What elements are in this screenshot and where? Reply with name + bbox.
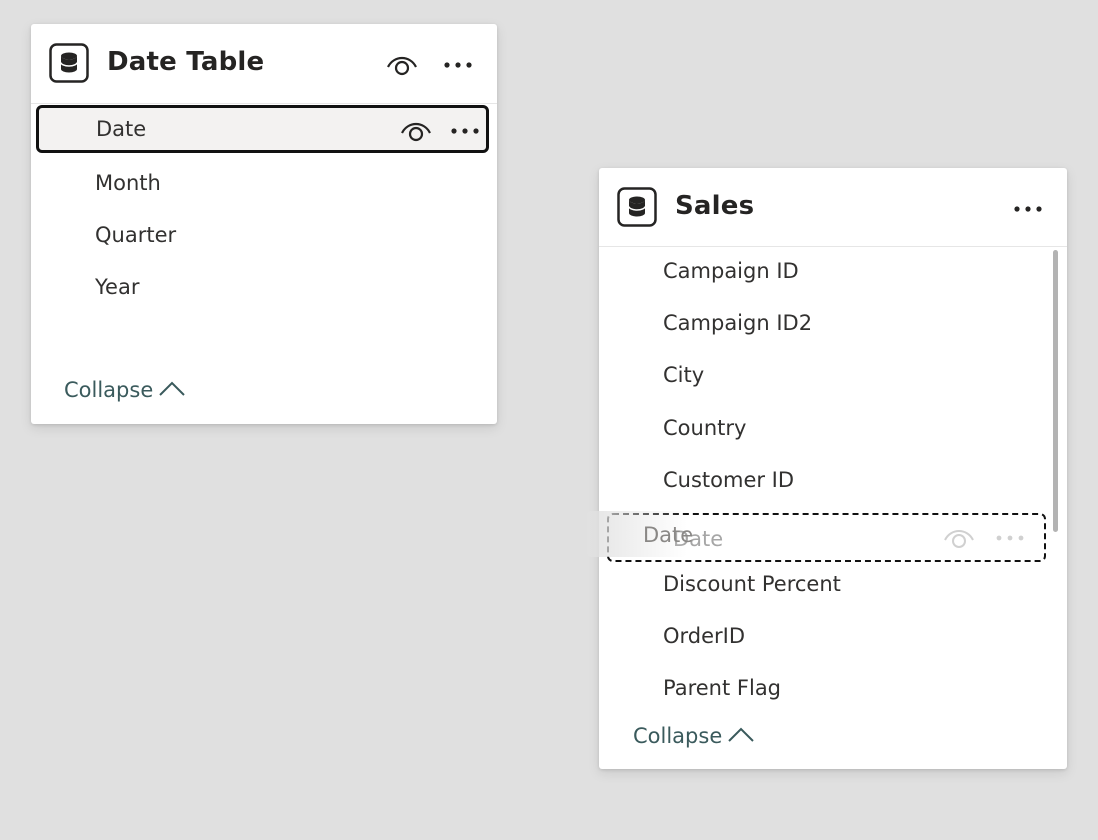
more-options-icon[interactable] bbox=[441, 52, 475, 78]
database-icon bbox=[617, 187, 657, 227]
field-label: Month bbox=[95, 171, 161, 195]
collapse-button[interactable]: Collapse bbox=[633, 724, 754, 748]
chevron-up-icon bbox=[159, 378, 185, 402]
collapse-button[interactable]: Collapse bbox=[64, 378, 185, 402]
drag-ghost-label: Date bbox=[643, 523, 694, 547]
database-icon bbox=[49, 43, 89, 83]
field-campaign-id2[interactable]: Campaign ID2 bbox=[599, 299, 1067, 351]
table-title: Sales bbox=[675, 191, 755, 221]
more-options-icon[interactable] bbox=[449, 118, 481, 144]
more-options-icon[interactable] bbox=[994, 526, 1026, 550]
field-year[interactable]: Year bbox=[31, 264, 497, 316]
field-label: Year bbox=[95, 275, 140, 299]
eye-icon[interactable] bbox=[385, 52, 419, 78]
table-title: Date Table bbox=[107, 47, 265, 77]
field-quarter[interactable]: Quarter bbox=[31, 212, 497, 264]
field-label: City bbox=[663, 363, 705, 387]
date-table-header[interactable]: Date Table bbox=[31, 24, 497, 104]
field-label: Customer ID bbox=[663, 468, 795, 492]
collapse-label: Collapse bbox=[633, 724, 723, 748]
field-label: OrderID bbox=[663, 624, 746, 648]
field-label: Campaign ID2 bbox=[663, 311, 813, 335]
field-label: Parent Flag bbox=[663, 676, 782, 700]
field-label: Quarter bbox=[95, 223, 177, 247]
more-options-icon[interactable] bbox=[1011, 196, 1045, 222]
field-label: Campaign ID bbox=[663, 259, 799, 283]
sales-table-card[interactable]: Sales Campaign ID Campaign ID2 City Coun… bbox=[599, 168, 1067, 769]
collapse-label: Collapse bbox=[64, 378, 154, 402]
sales-field-list[interactable]: Campaign ID Campaign ID2 City Country Cu… bbox=[599, 247, 1067, 704]
chevron-up-icon bbox=[728, 724, 754, 748]
eye-icon[interactable] bbox=[399, 118, 433, 144]
field-discount-percent[interactable]: Discount Percent bbox=[599, 560, 1067, 612]
field-date[interactable]: Date bbox=[36, 105, 489, 153]
field-label: Date bbox=[96, 117, 147, 141]
field-month[interactable]: Month bbox=[31, 160, 497, 212]
field-city[interactable]: City bbox=[599, 351, 1067, 403]
field-orderid[interactable]: OrderID bbox=[599, 612, 1067, 664]
field-country[interactable]: Country bbox=[599, 404, 1067, 456]
field-customer-id[interactable]: Customer ID bbox=[599, 456, 1067, 508]
field-label: Discount Percent bbox=[663, 572, 841, 596]
sales-table-header[interactable]: Sales bbox=[599, 168, 1067, 247]
field-parent-flag[interactable]: Parent Flag bbox=[599, 664, 1067, 704]
field-campaign-id[interactable]: Campaign ID bbox=[599, 247, 1067, 299]
field-label: Country bbox=[663, 416, 747, 440]
eye-icon[interactable] bbox=[942, 526, 976, 550]
scrollbar-thumb[interactable] bbox=[1053, 250, 1058, 532]
date-table-card[interactable]: Date Table Date Month Quarter Year Colla… bbox=[31, 24, 497, 424]
